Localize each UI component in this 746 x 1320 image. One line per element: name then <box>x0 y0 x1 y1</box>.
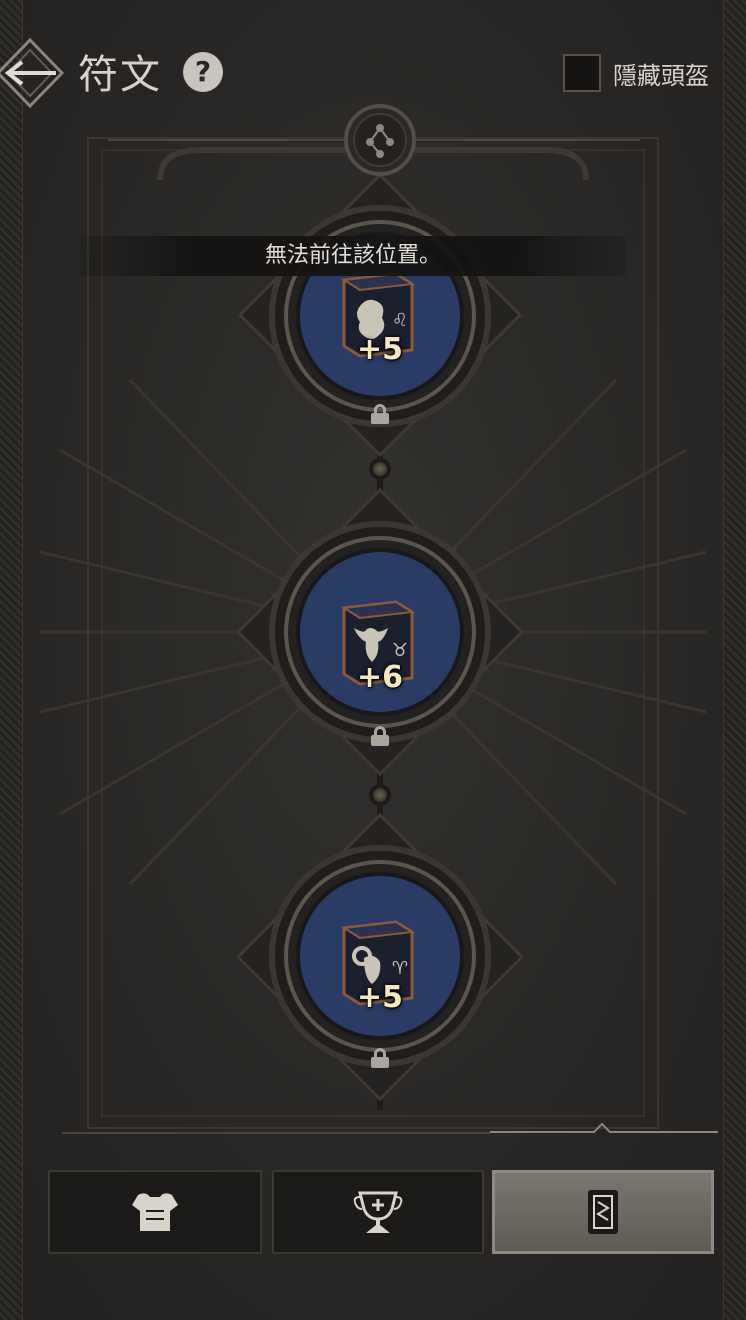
rune-card-icon <box>588 1190 618 1234</box>
hide-helmet-checkbox[interactable] <box>563 54 601 92</box>
page-title: 符文 <box>78 52 162 98</box>
zodiac-symbol: ♉ <box>392 640 408 661</box>
armor-icon <box>132 1193 178 1231</box>
toast-message: 無法前往該位置。 <box>80 236 626 276</box>
rune-slot-3[interactable]: ♈ +5 <box>316 902 444 1030</box>
zodiac-symbol: ♌ <box>392 310 408 331</box>
back-arrow-icon <box>0 37 65 109</box>
zodiac-symbol: ♈ <box>392 958 408 979</box>
tabs-divider <box>62 1132 490 1134</box>
lock-icon <box>371 404 389 424</box>
rune-level: +5 <box>356 332 403 367</box>
rune-level: +6 <box>356 660 403 695</box>
back-button[interactable] <box>0 36 70 110</box>
header: 符文 ? 隱藏頭盔 <box>0 0 746 140</box>
help-button[interactable]: ? <box>183 52 223 92</box>
hide-helmet-label: 隱藏頭盔 <box>613 61 709 90</box>
lock-icon <box>371 1048 389 1068</box>
rune-slot-2[interactable]: ♉ +6 <box>316 582 444 710</box>
tab-armor[interactable] <box>48 1170 262 1254</box>
lock-icon <box>371 726 389 746</box>
tab-trophy[interactable] <box>272 1170 484 1254</box>
rune-level: +5 <box>356 980 403 1015</box>
slot-connector <box>369 458 391 480</box>
rune-screen: 符文 ? 隱藏頭盔 ♌ +5 ♉ +6 ♈ +5 無法前往該位置。 <box>0 0 746 1320</box>
hide-helmet-toggle[interactable]: 隱藏頭盔 <box>563 54 709 92</box>
trophy-icon <box>353 1191 403 1233</box>
tab-runes[interactable] <box>492 1170 714 1254</box>
slot-connector <box>369 784 391 806</box>
